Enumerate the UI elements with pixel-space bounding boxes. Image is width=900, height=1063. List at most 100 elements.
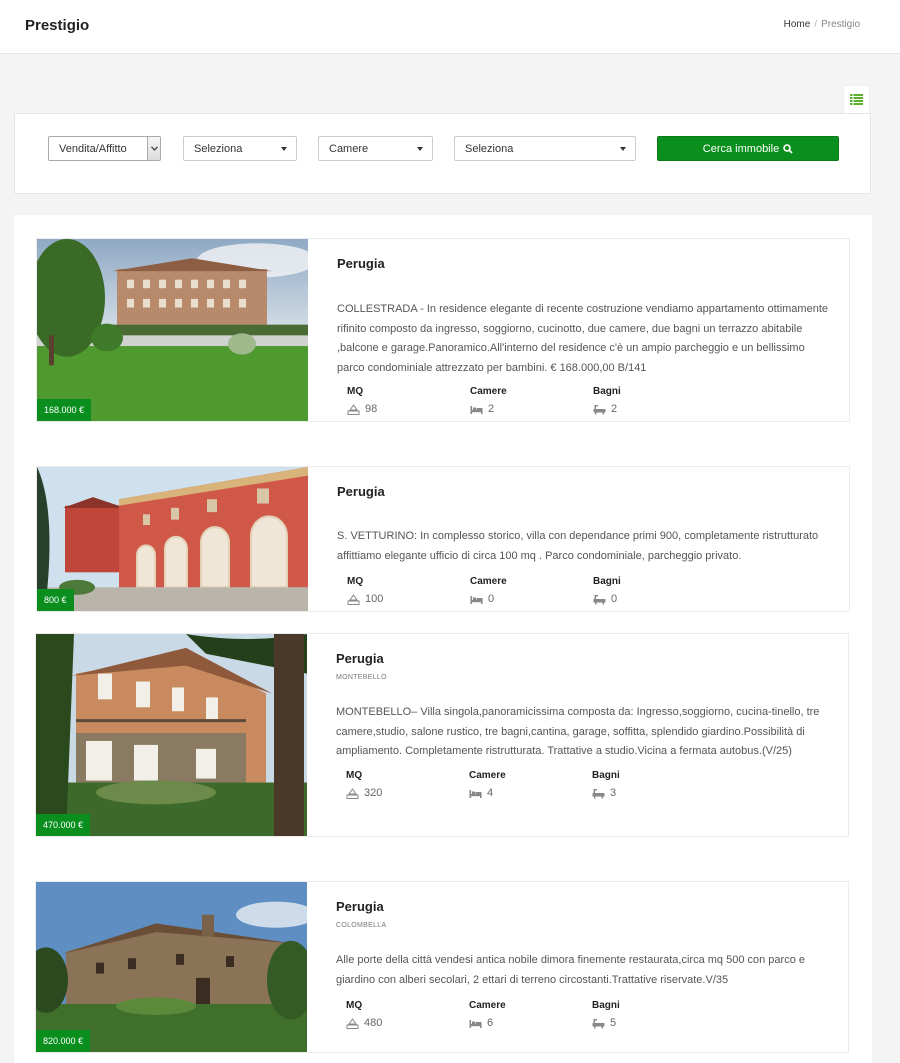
stat-label: Camere xyxy=(470,576,507,587)
listing-stats: MQ 480 Camere 6 Bagni 5 xyxy=(346,1000,715,1029)
stat-label: MQ xyxy=(347,386,364,397)
search-icon xyxy=(783,143,793,154)
stat-value: 480 xyxy=(364,1017,383,1029)
stat-value: 0 xyxy=(611,593,618,605)
stat-label: Bagni xyxy=(593,576,621,587)
listing-photo[interactable]: 800 € xyxy=(37,467,308,611)
stat-rooms: Camere 2 xyxy=(470,386,593,415)
price-badge: 800 € xyxy=(37,589,74,611)
city-select[interactable]: Seleziona xyxy=(183,136,297,161)
stat-value: 100 xyxy=(365,593,384,605)
bed-icon xyxy=(470,405,483,414)
stat-value: 2 xyxy=(611,403,618,415)
stat-label: MQ xyxy=(346,770,363,781)
stat-label: Camere xyxy=(469,1000,506,1011)
list-view-toggle[interactable] xyxy=(843,85,870,113)
stat-value: 98 xyxy=(365,403,378,415)
chevron-down-icon xyxy=(150,146,158,151)
bed-icon xyxy=(470,595,483,604)
listing-card[interactable]: 820.000 € Perugia COLOMBELLA Alle porte … xyxy=(35,881,849,1053)
listing-card[interactable]: 470.000 € Perugia MONTEBELLO MONTEBELLO–… xyxy=(35,633,849,837)
listing-stats: MQ 320 Camere 4 Bagni 3 xyxy=(346,770,715,799)
area-icon xyxy=(346,1017,359,1029)
stat-value: 4 xyxy=(487,787,494,799)
bed-icon xyxy=(469,1019,482,1028)
stat-value: 6 xyxy=(487,1017,494,1029)
listing-stats: MQ 98 Camere 2 Bagni 2 xyxy=(347,386,716,415)
bathtub-icon xyxy=(593,404,606,414)
area-icon xyxy=(346,787,359,799)
price-badge: 168.000 € xyxy=(37,399,92,421)
listing-city[interactable]: Perugia xyxy=(336,651,384,666)
stat-rooms: Camere 0 xyxy=(470,576,593,605)
select-arrow-button[interactable] xyxy=(147,137,160,160)
stat-mq: MQ 480 xyxy=(346,1000,469,1029)
top-bar: Prestigio Home / Prestigio xyxy=(0,0,900,54)
price-badge: 470.000 € xyxy=(36,814,91,836)
listing-card[interactable]: 168.000 € Perugia COLLESTRADA - In resid… xyxy=(36,238,850,422)
stat-rooms: Camere 4 xyxy=(469,770,592,799)
stat-value: 320 xyxy=(364,787,383,799)
stat-mq: MQ 100 xyxy=(347,576,470,605)
listing-city[interactable]: Perugia xyxy=(337,256,385,271)
listing-description: Alle porte della città vendesi antica no… xyxy=(336,954,805,986)
search-button[interactable]: Cerca immobile xyxy=(657,136,839,161)
stat-label: Bagni xyxy=(592,1000,620,1011)
stat-label: MQ xyxy=(347,576,364,587)
listing-description: COLLESTRADA - In residence elegante di r… xyxy=(337,303,828,374)
category-select-value: Seleziona xyxy=(465,142,514,155)
listing-city[interactable]: Perugia xyxy=(336,899,384,914)
listing-area: COLOMBELLA xyxy=(336,922,387,929)
breadcrumb-home-link[interactable]: Home xyxy=(784,19,811,30)
listing-stats: MQ 100 Camere 0 Bagni 0 xyxy=(347,576,716,605)
city-select-value: Seleziona xyxy=(194,142,243,155)
stat-value: 2 xyxy=(488,403,495,415)
type-select-value: Vendita/Affitto xyxy=(59,142,127,155)
bed-icon xyxy=(469,789,482,798)
stat-baths: Bagni 2 xyxy=(593,386,716,415)
page-title: Prestigio xyxy=(25,17,90,34)
type-select[interactable]: Vendita/Affitto xyxy=(48,136,161,161)
stat-label: Bagni xyxy=(593,386,621,397)
listing-card[interactable]: 800 € Perugia S. VETTURINO: In complesso… xyxy=(36,466,850,612)
stat-label: Bagni xyxy=(592,770,620,781)
listing-description: MONTEBELLO– Villa singola,panoramicissim… xyxy=(336,706,820,757)
category-select[interactable]: Seleziona xyxy=(454,136,636,161)
listing-photo[interactable]: 820.000 € xyxy=(36,882,307,1052)
caret-down-icon xyxy=(417,147,423,151)
list-icon xyxy=(850,94,863,105)
bathtub-icon xyxy=(593,594,606,604)
stat-baths: Bagni 0 xyxy=(593,576,716,605)
stat-baths: Bagni 3 xyxy=(592,770,715,799)
stat-value: 3 xyxy=(610,787,617,799)
breadcrumb-separator: / xyxy=(814,19,818,30)
price-badge: 820.000 € xyxy=(36,1030,91,1052)
area-icon xyxy=(347,593,360,605)
stat-rooms: Camere 6 xyxy=(469,1000,592,1029)
rooms-select[interactable]: Camere xyxy=(318,136,433,161)
stat-mq: MQ 98 xyxy=(347,386,470,415)
listing-photo[interactable]: 168.000 € xyxy=(37,239,308,421)
listing-description: S. VETTURINO: In complesso storico, vill… xyxy=(337,530,819,562)
search-panel: Vendita/Affitto Seleziona Camere Selezio… xyxy=(14,113,871,194)
area-icon xyxy=(347,403,360,415)
stat-mq: MQ 320 xyxy=(346,770,469,799)
bathtub-icon xyxy=(592,788,605,798)
stat-value: 0 xyxy=(488,593,495,605)
listing-area: MONTEBELLO xyxy=(336,674,387,681)
stat-label: Camere xyxy=(469,770,506,781)
listing-city[interactable]: Perugia xyxy=(337,484,385,499)
stat-baths: Bagni 5 xyxy=(592,1000,715,1029)
search-button-label: Cerca immobile xyxy=(702,142,780,155)
rooms-select-value: Camere xyxy=(329,142,369,155)
caret-down-icon xyxy=(620,147,626,151)
breadcrumb: Home / Prestigio xyxy=(784,19,860,30)
caret-down-icon xyxy=(281,147,287,151)
bathtub-icon xyxy=(592,1018,605,1028)
stat-label: Camere xyxy=(470,386,507,397)
listing-photo[interactable]: 470.000 € xyxy=(36,634,307,836)
stat-value: 5 xyxy=(610,1017,617,1029)
breadcrumb-current: Prestigio xyxy=(821,19,860,30)
stat-label: MQ xyxy=(346,1000,363,1011)
listing-panel: 168.000 € Perugia COLLESTRADA - In resid… xyxy=(14,215,872,1063)
